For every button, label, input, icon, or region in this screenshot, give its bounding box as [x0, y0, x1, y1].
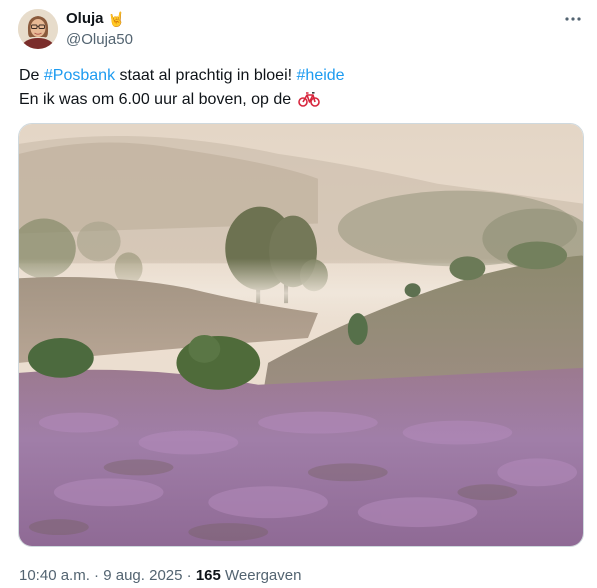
meta-separator: ·: [89, 567, 104, 584]
views-count: 165: [195, 567, 221, 584]
tweet-card: Oluja 🤘 @Oluja50 De #Posbank staat al pr…: [0, 0, 597, 588]
tweet-text-segment: En ik was om 6.00 uur al boven, op de: [19, 91, 296, 108]
tweet-meta: 10:40 a.m. · 9 aug. 2025 · 165 Weergaven: [19, 567, 301, 584]
rock-hand-icon: 🤘: [107, 10, 125, 27]
tweet-text-line-2: En ik was om 6.00 uur al boven, op de: [19, 88, 579, 115]
avatar[interactable]: [18, 9, 58, 49]
views-label: Weergaven: [220, 567, 302, 584]
author-name-row: Oluja 🤘: [66, 10, 125, 27]
heathland-photo-image: [19, 124, 583, 546]
hashtag-posbank-link[interactable]: #Posbank: [44, 67, 115, 84]
tweet-text-segment: De: [19, 67, 44, 84]
tweet-time[interactable]: 10:40 a.m.: [19, 567, 90, 584]
tweet-photo[interactable]: [18, 123, 584, 547]
hashtag-heide-link[interactable]: #heide: [297, 67, 345, 84]
meta-separator: ·: [182, 567, 196, 584]
tweet-text: De #Posbank staat al prachtig in bloei! …: [19, 64, 579, 115]
bicycle-icon: [297, 91, 320, 115]
author-display-name[interactable]: Oluja: [66, 10, 104, 27]
avatar-photo: [18, 9, 58, 49]
tweet-date[interactable]: 9 aug. 2025: [103, 567, 182, 584]
more-dots-icon: [565, 17, 581, 21]
tweet-text-line-1: De #Posbank staat al prachtig in bloei! …: [19, 64, 579, 88]
author-handle[interactable]: @Oluja50: [66, 31, 133, 48]
tweet-text-segment: staat al prachtig in bloei!: [115, 67, 297, 84]
more-options-button[interactable]: [562, 9, 584, 29]
